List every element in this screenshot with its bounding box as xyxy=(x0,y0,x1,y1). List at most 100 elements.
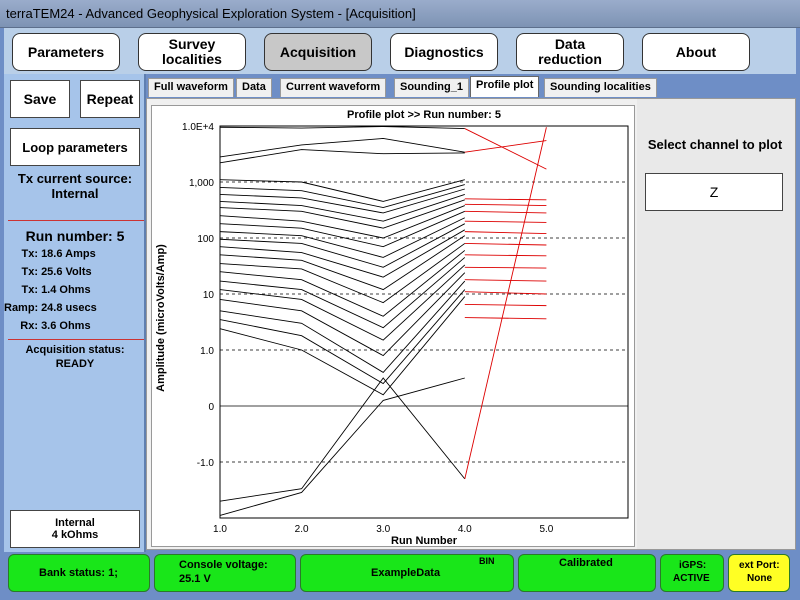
igps-value: ACTIVE xyxy=(673,573,710,584)
current-run-line xyxy=(464,242,547,246)
y-tick-label: 100 xyxy=(197,234,214,245)
tab-sounding-localities[interactable]: Sounding localities xyxy=(544,78,657,97)
console-voltage: Console voltage: 25.1 V xyxy=(154,554,296,592)
previous-run-line xyxy=(219,137,465,158)
current-run-line xyxy=(464,220,547,223)
tab-data[interactable]: Data xyxy=(236,78,272,97)
chart-title: Profile plot >> Run number: 5 xyxy=(347,109,501,121)
nav-about-button[interactable]: About xyxy=(642,33,750,71)
console-voltage-label: Console voltage: xyxy=(179,559,268,571)
current-run-line xyxy=(464,203,547,206)
x-tick-label: 5.0 xyxy=(539,524,553,535)
current-run-line xyxy=(464,254,547,257)
repeat-button[interactable]: Repeat xyxy=(80,80,140,118)
repeat-label: Repeat xyxy=(86,91,134,107)
tab-sounding-1[interactable]: Sounding_1 xyxy=(394,78,469,97)
current-run-line xyxy=(464,304,547,307)
channel-value: Z xyxy=(709,184,719,200)
nav-acquisition-label: Acquisition xyxy=(279,43,357,60)
igps-label: iGPS: xyxy=(679,560,707,571)
tab-profile-plot[interactable]: Profile plot xyxy=(470,76,540,97)
ext-port-label: ext Port: xyxy=(739,560,780,571)
grid xyxy=(220,181,628,463)
reading-value: 18.6 Amps xyxy=(41,248,96,260)
tab-content: 1.0E+4 1,000 100 10 1.0 0 -1.0 1.0 2.0 3.0 4.0 5.0… xyxy=(146,98,796,550)
receiver-impedance-line2: 4 kOhms xyxy=(51,529,99,541)
reading-tx-ohms: Tx: 1.4 Ohms xyxy=(4,284,91,296)
previous-run-line xyxy=(219,193,465,222)
y-tick-label: -1.0 xyxy=(197,458,215,469)
ext-port-status: ext Port: None xyxy=(728,554,790,592)
tab-current-waveform[interactable]: Current waveform xyxy=(280,78,387,97)
y-tick-label: 0 xyxy=(208,402,214,413)
channel-select-button[interactable]: Z xyxy=(645,173,783,211)
current-run-line xyxy=(464,127,547,479)
window-title: terraTEM24 - Advanced Geophysical Explor… xyxy=(6,6,416,21)
acquisition-status-value: READY xyxy=(55,358,95,370)
nav-diagnostics-button[interactable]: Diagnostics xyxy=(390,33,498,71)
acquisition-status-label: Acquisition status: xyxy=(25,344,125,356)
bank-status: Bank status: 1; xyxy=(8,554,150,592)
nav-acquisition-button[interactable]: Acquisition xyxy=(264,33,372,71)
previous-run-line xyxy=(219,377,466,502)
title-bar: terraTEM24 - Advanced Geophysical Explor… xyxy=(0,0,800,28)
y-tick-label: 10 xyxy=(203,290,215,301)
previous-run-line xyxy=(219,223,466,268)
save-button[interactable]: Save xyxy=(10,80,70,118)
current-run-line xyxy=(464,140,547,153)
left-panel: Save Repeat Loop parameters Tx current s… xyxy=(4,74,146,552)
tab-label: Sounding_1 xyxy=(400,81,463,93)
receiver-impedance-box: Internal 4 kOhms xyxy=(10,510,140,548)
nav-survey-localities-label: Survey localities xyxy=(162,36,222,67)
tab-full-waveform[interactable]: Full waveform xyxy=(148,78,234,97)
current-run-line xyxy=(464,291,547,295)
channel-select-panel: Select channel to plot Z xyxy=(637,99,795,549)
run-number: Run number: 5 xyxy=(25,228,125,244)
loop-parameters-button[interactable]: Loop parameters xyxy=(10,128,140,166)
x-ticks: 1.0 2.0 3.0 4.0 5.0 xyxy=(213,524,554,535)
reading-rx-ohms: Rx: 3.6 Ohms xyxy=(4,320,91,332)
reading-key: Ramp: xyxy=(4,302,39,314)
bank-status-text: Bank status: 1; xyxy=(39,567,118,579)
current-run-line xyxy=(464,128,547,170)
y-ticks: 1.0E+4 1,000 100 10 1.0 0 -1.0 xyxy=(182,122,214,469)
data-file-status[interactable]: ExampleData BIN xyxy=(300,554,514,592)
profile-plot: 1.0E+4 1,000 100 10 1.0 0 -1.0 1.0 2.0 3.0 4.0 5.0… xyxy=(151,105,635,547)
loop-parameters-label: Loop parameters xyxy=(22,139,128,155)
x-tick-label: 3.0 xyxy=(376,524,390,535)
divider xyxy=(8,339,144,340)
x-tick-label: 1.0 xyxy=(213,524,227,535)
tab-label: Current waveform xyxy=(286,81,381,93)
y-tick-label: 1.0 xyxy=(200,346,214,357)
current-run-line xyxy=(464,210,547,214)
profile-chart: 1.0E+4 1,000 100 10 1.0 0 -1.0 1.0 2.0 3.0 4.0 5.0… xyxy=(155,109,629,547)
top-nav: Parameters Survey localities Acquisition… xyxy=(4,28,796,74)
y-tick-label: 1,000 xyxy=(189,178,214,189)
reading-value: 3.6 Ohms xyxy=(41,320,91,332)
reading-key: Tx: xyxy=(21,266,39,278)
nav-data-reduction-button[interactable]: Data reduction xyxy=(516,33,624,71)
reading-ramp: Ramp: 24.8 usecs xyxy=(4,302,97,314)
plot-frame xyxy=(219,125,629,519)
nav-survey-localities-button[interactable]: Survey localities xyxy=(138,33,246,71)
tx-source-value: Internal xyxy=(51,186,99,201)
reading-value: 24.8 usecs xyxy=(41,302,97,314)
save-label: Save xyxy=(23,91,57,107)
previous-run-line xyxy=(219,264,466,341)
previous-run-line xyxy=(219,126,465,130)
nav-about-label: About xyxy=(675,43,717,60)
select-channel-label: Select channel to plot xyxy=(647,137,783,152)
ext-port-value: None xyxy=(747,573,772,584)
x-tick-label: 4.0 xyxy=(458,524,472,535)
reading-key: Tx: xyxy=(21,284,39,296)
current-run-line xyxy=(464,317,547,320)
x-tick-label: 2.0 xyxy=(295,524,309,535)
nav-diagnostics-label: Diagnostics xyxy=(404,43,484,60)
nav-parameters-button[interactable]: Parameters xyxy=(12,33,120,71)
reading-tx-volts: Tx: 25.6 Volts xyxy=(4,266,92,278)
tab-strip: Full waveform Data Current waveform Soun… xyxy=(146,76,796,98)
y-tick-label: 1.0E+4 xyxy=(182,122,214,133)
tab-label: Profile plot xyxy=(476,79,534,91)
app-window: Parameters Survey localities Acquisition… xyxy=(0,28,800,600)
data-file-name: ExampleData xyxy=(371,567,441,579)
